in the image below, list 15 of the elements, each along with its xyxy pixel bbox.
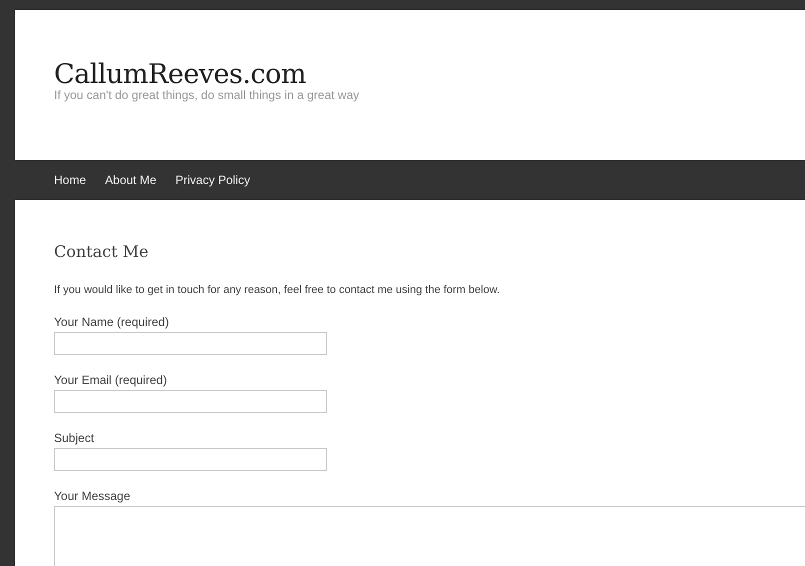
- message-field[interactable]: [54, 506, 805, 566]
- field-label: Your Email (required): [54, 373, 168, 387]
- site-tagline: If you can't do great things, do small things in a great way: [54, 88, 360, 102]
- page-heading: Contact Me: [54, 242, 150, 262]
- nav-link[interactable]: Privacy Policy: [175, 173, 250, 187]
- field-label: Your Name (required): [54, 315, 170, 329]
- input-field[interactable]: [54, 390, 327, 413]
- input-field[interactable]: [54, 448, 327, 471]
- nav-link[interactable]: About Me: [105, 173, 156, 187]
- field-label: Your Message: [54, 489, 132, 503]
- intro-text: If you would like to get in touch for any reason, feel free to contact me using the form below.: [54, 283, 501, 297]
- site-title: CallumReeves.com: [54, 59, 307, 90]
- input-field[interactable]: [54, 332, 327, 355]
- field-label: Subject: [54, 431, 96, 445]
- nav-link[interactable]: Home: [54, 173, 86, 187]
